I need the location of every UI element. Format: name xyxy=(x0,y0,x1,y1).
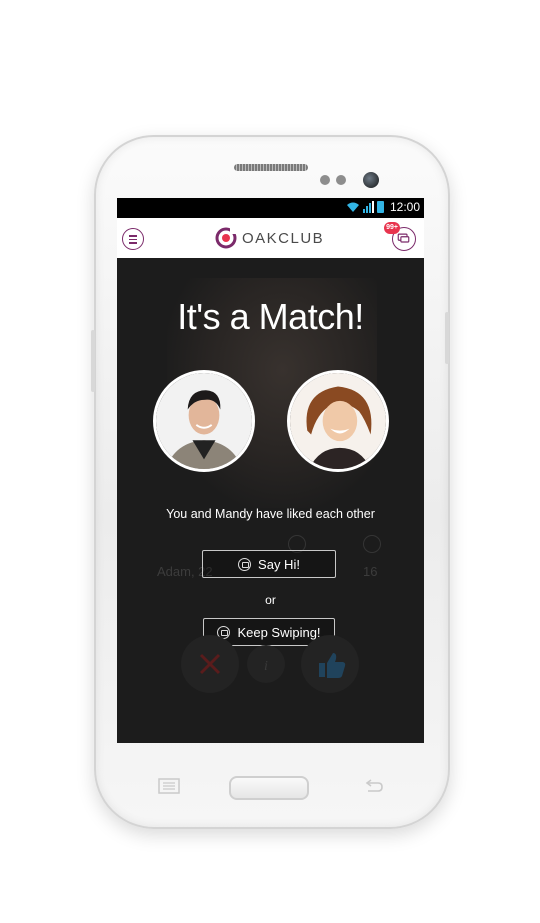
app-header: OAKCLUB 99+ xyxy=(117,218,424,258)
chat-button[interactable]: 99+ xyxy=(384,222,416,251)
back-icon xyxy=(365,779,383,792)
app-logo: OAKCLUB xyxy=(215,227,324,249)
menu-button[interactable] xyxy=(122,228,144,250)
brand-name: OAKCLUB xyxy=(242,229,325,247)
notification-badge: 99+ xyxy=(384,222,400,234)
earpiece-speaker xyxy=(234,164,308,171)
proximity-sensor xyxy=(320,175,330,185)
menu-icon xyxy=(129,235,137,237)
home-button[interactable] xyxy=(229,776,309,800)
front-camera xyxy=(363,172,379,188)
wifi-icon xyxy=(346,202,359,212)
battery-icon xyxy=(376,201,384,213)
match-subtitle: You and Mandy have liked each other xyxy=(166,507,375,521)
say-hi-button[interactable]: Say Hi! xyxy=(202,550,336,578)
svg-text:i: i xyxy=(264,659,268,674)
menu-icon-line xyxy=(129,242,137,244)
logo-icon xyxy=(215,227,237,249)
match-avatar xyxy=(287,370,389,472)
x-icon xyxy=(199,653,221,675)
info-button: i xyxy=(247,645,285,683)
menu-icon-line xyxy=(129,238,137,240)
background-profile-count: 16 xyxy=(363,564,378,579)
menu-key[interactable] xyxy=(158,778,180,799)
signal-icon xyxy=(362,201,374,213)
say-hi-label: Say Hi! xyxy=(258,556,300,572)
background-gift-icon xyxy=(363,535,381,553)
clock: 12:00 xyxy=(389,200,420,214)
status-bar: 12:00 xyxy=(117,198,424,218)
match-title: It's a Match! xyxy=(177,296,364,337)
chat-bubble-icon xyxy=(238,557,252,571)
menu-key-icon xyxy=(158,778,180,794)
or-separator: or xyxy=(265,593,276,607)
thumbs-up-icon xyxy=(319,653,346,678)
like-button xyxy=(301,635,359,693)
info-icon: i xyxy=(264,659,268,674)
screen: 12:00 OAKCLUB 99+ Adam, 22 16 It's a Mat… xyxy=(117,198,424,743)
light-sensor xyxy=(336,175,346,185)
dislike-button xyxy=(181,635,239,693)
volume-button xyxy=(91,330,95,392)
user-avatar xyxy=(153,370,255,472)
back-key[interactable] xyxy=(362,779,384,800)
power-button xyxy=(445,312,449,364)
